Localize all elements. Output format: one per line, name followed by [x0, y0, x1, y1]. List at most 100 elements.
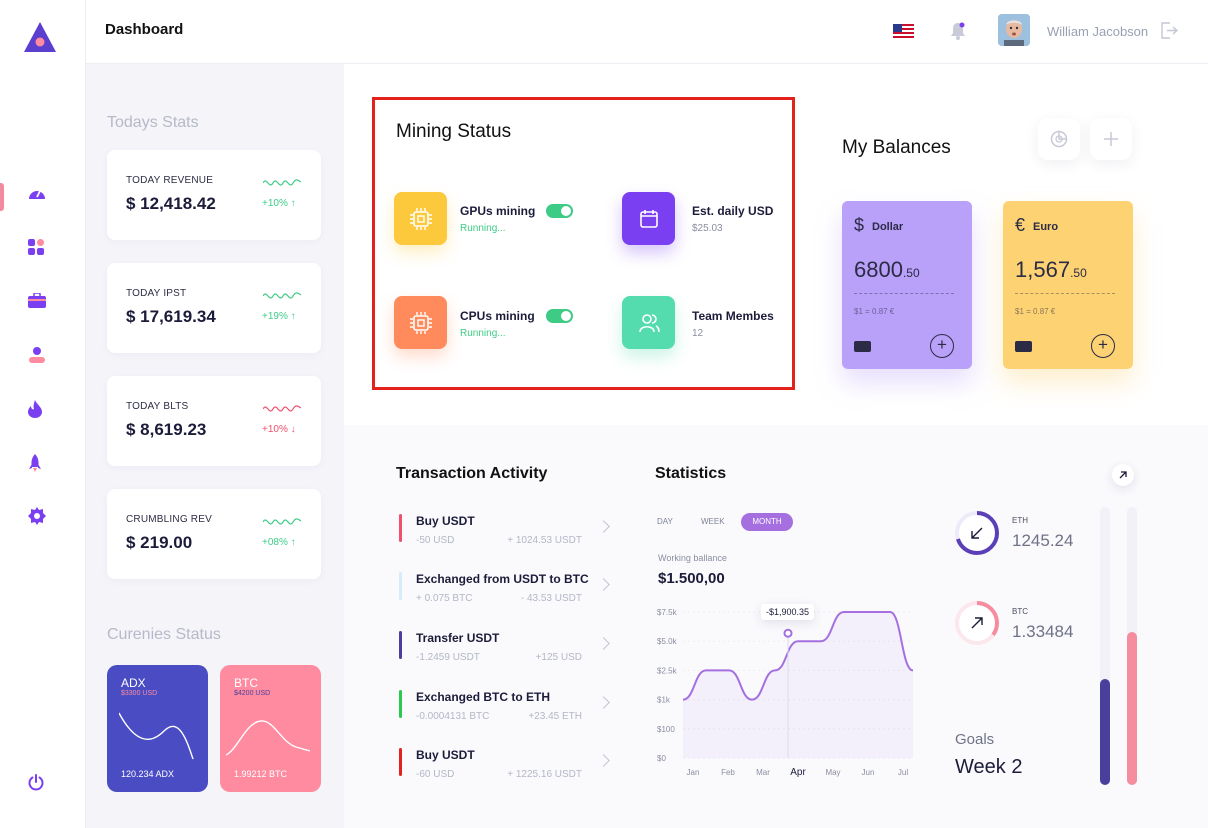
bell-icon[interactable] [950, 22, 966, 40]
user-name[interactable]: William Jacobson [1047, 24, 1148, 39]
briefcase-icon[interactable] [28, 292, 46, 313]
balance-integer: 1,567 [1015, 257, 1071, 282]
settings-icon[interactable] [28, 507, 46, 530]
eth-ring-icon [955, 511, 999, 555]
transaction-row[interactable]: Buy USDT -50 USD + 1024.53 USDT [397, 514, 610, 554]
balances-title: My Balances [842, 137, 951, 158]
currency-name: ADX [121, 676, 146, 690]
stat-change: +08% ↑ [262, 537, 296, 548]
btc-ring-icon [955, 601, 999, 645]
power-icon[interactable] [28, 774, 44, 796]
currency-symbol: € [1015, 215, 1026, 235]
gpu-mining-label: GPUs mining [460, 204, 536, 218]
stat-card[interactable]: TODAY REVENUE $ 12,418.42 +10% ↑ [107, 150, 321, 240]
tab-month[interactable]: MONTH [741, 513, 793, 531]
eth-value: 1245.24 [1012, 531, 1074, 550]
transaction-change: +125 USD [535, 652, 582, 663]
sparkline [263, 179, 301, 186]
card-icon [854, 341, 871, 352]
transaction-change: + 1024.53 USDT [507, 535, 582, 546]
transaction-amount: -1.2459 USDT [416, 652, 480, 663]
logout-icon[interactable] [1161, 22, 1178, 39]
balance-cents: .50 [902, 266, 920, 280]
add-funds-button[interactable]: + [930, 334, 954, 358]
gpu-chip-icon [394, 192, 447, 245]
transaction-marker [399, 631, 402, 659]
currency-card-btc[interactable]: BTC $4200 USD 1.99212 BTC [220, 665, 321, 792]
gpu-mining-toggle[interactable] [546, 204, 573, 218]
transaction-row[interactable]: Buy USDT -60 USD + 1225.16 USDT [397, 748, 610, 788]
chart-highlight-point[interactable] [783, 628, 793, 638]
btc-label: BTC [1012, 607, 1028, 616]
currency-price: $3300 USD [121, 690, 158, 697]
transaction-change: +23.45 ETH [528, 711, 582, 722]
balance-card-euro[interactable]: € Euro 1,567.50 $1 = 0.87 € + [1003, 201, 1133, 369]
goal-progress-bar [1127, 507, 1137, 785]
currency-sparkline [119, 712, 194, 760]
est-daily-label: Est. daily USD [692, 204, 774, 218]
app-logo[interactable] [22, 20, 58, 54]
y-tick-label: $0 [657, 754, 666, 763]
add-balance-button[interactable] [1090, 118, 1132, 160]
tab-day[interactable]: DAY [657, 513, 673, 531]
rocket-icon[interactable] [28, 454, 42, 477]
arrow-up-right-icon [1119, 471, 1127, 479]
apps-icon[interactable] [28, 239, 44, 260]
exchange-rate: $1 = 0.87 € [854, 307, 895, 316]
top-bar [86, 0, 1208, 64]
currency-card-adx[interactable]: ADX $3300 USD 120.234 ADX [107, 665, 208, 792]
transaction-marker [399, 690, 402, 718]
stat-card[interactable]: CRUMBLING REV $ 219.00 +08% ↑ [107, 489, 321, 579]
x-tick-label: Jun [862, 768, 875, 777]
add-funds-button[interactable]: + [1091, 334, 1115, 358]
stat-value: $ 8,619.23 [126, 420, 207, 439]
expand-button[interactable] [1112, 464, 1134, 486]
gauge-icon[interactable] [28, 185, 46, 206]
statistics-chart[interactable]: $7.5k $5.0k $2.5k $1k $100 $0 Jan Feb Mar Apr May J… [655, 598, 920, 788]
stat-card[interactable]: TODAY BLTS $ 8,619.23 +10% ↓ [107, 376, 321, 466]
x-tick-label: Feb [721, 768, 735, 777]
x-tick-label: May [825, 768, 840, 777]
transaction-title: Buy USDT [416, 514, 475, 528]
team-members-label: Team Membes [692, 309, 774, 323]
sparkline [263, 518, 301, 525]
transaction-row[interactable]: Exchanged from USDT to BTC + 0.075 BTC -… [397, 572, 610, 612]
cpu-mining-label: CPUs mining [460, 309, 535, 323]
avatar[interactable] [998, 14, 1030, 46]
transaction-marker [399, 514, 402, 542]
stat-label: CRUMBLING REV [126, 514, 212, 525]
y-tick-label: $7.5k [657, 608, 678, 617]
balance-card-dollar[interactable]: $ Dollar 6800.50 $1 = 0.87 € + [842, 201, 972, 369]
transaction-amount: -0.0004131 BTC [416, 711, 490, 722]
stat-value: $ 17,619.34 [126, 307, 216, 326]
flame-icon[interactable] [28, 400, 42, 423]
users-icon[interactable] [28, 347, 46, 368]
y-tick-label: $1k [657, 696, 671, 705]
currency-sparkline [226, 720, 310, 756]
page-title: Dashboard [105, 21, 184, 38]
goal-progress-fill [1100, 679, 1110, 785]
pie-chart-button[interactable] [1038, 118, 1080, 160]
currencies-title: Curenies Status [107, 626, 221, 643]
transaction-change: - 43.53 USDT [520, 593, 582, 604]
calendar-icon [622, 192, 675, 245]
sparkline [263, 292, 301, 299]
balance-amount: 6800.50 [854, 257, 920, 283]
transaction-row[interactable]: Transfer USDT -1.2459 USDT +125 USD [397, 631, 610, 671]
us-flag-icon[interactable] [893, 24, 914, 38]
tab-week[interactable]: WEEK [701, 513, 725, 531]
cpu-mining-toggle[interactable] [546, 309, 573, 323]
x-tick-label: Mar [756, 768, 770, 777]
stat-card[interactable]: TODAY IPST $ 17,619.34 +19% ↑ [107, 263, 321, 353]
transaction-amount: -60 USD [416, 769, 455, 780]
transaction-row[interactable]: Exchanged BTC to ETH -0.0004131 BTC +23.… [397, 690, 610, 730]
stat-label: TODAY BLTS [126, 401, 189, 412]
card-icon [1015, 341, 1032, 352]
goal-progress-bar [1100, 507, 1110, 785]
stat-value: $ 219.00 [126, 533, 193, 552]
x-tick-label: Jan [687, 768, 700, 777]
btc-value: 1.33484 [1012, 622, 1074, 641]
chart-tooltip: -$1,900.35 [761, 604, 815, 620]
transaction-title: Exchanged BTC to ETH [416, 690, 551, 704]
currency-symbol: $ [854, 215, 865, 235]
